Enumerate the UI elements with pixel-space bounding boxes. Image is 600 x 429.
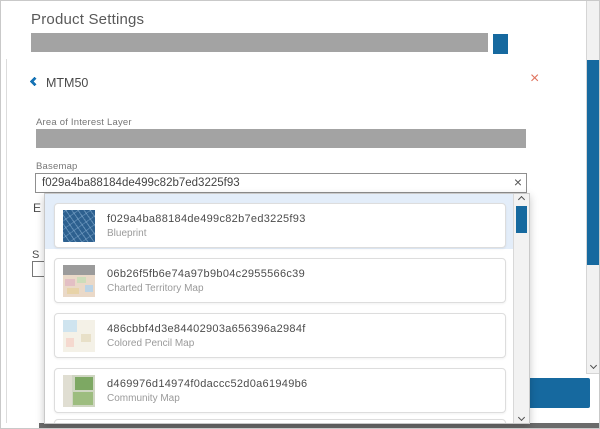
community-thumbnail — [63, 375, 95, 407]
list-item-colored-pencil[interactable]: 486cbbf4d3e84402903a656396a2984f Colored… — [54, 313, 506, 358]
panel-left-border — [6, 59, 7, 423]
charted-territory-thumbnail — [63, 265, 95, 297]
list-item-charted-territory[interactable]: 06b26f5fb6e74a97b9b04c2955566c39 Charted… — [54, 258, 506, 303]
blue-square[interactable] — [493, 34, 508, 54]
list-item-blueprint[interactable]: f029a4ba88184de499c82b7ed3225f93 Bluepri… — [54, 203, 506, 248]
basemap-label: Basemap — [36, 161, 78, 172]
scroll-down-icon[interactable] — [587, 359, 599, 371]
redacted-product-field[interactable] — [31, 33, 488, 52]
scroll-down-icon[interactable] — [514, 412, 529, 423]
list-item-community[interactable]: d469976d14974f0daccc52d0a61949b6 Communi… — [54, 368, 506, 413]
basemap-id: d469976d14974f0daccc52d0a61949b6 — [107, 378, 307, 390]
basemap-id: 486cbbf4d3e84402903a656396a2984f — [107, 323, 306, 335]
basemap-id: 06b26f5fb6e74a97b9b04c2955566c39 — [107, 268, 305, 280]
scroll-up-icon[interactable] — [514, 194, 529, 205]
page-title: Product Settings — [31, 11, 144, 28]
basemap-name: Blueprint — [107, 228, 306, 239]
aoi-label: Area of Interest Layer — [36, 117, 132, 128]
page-scrollbar-thumb[interactable] — [587, 60, 599, 265]
page-scrollbar[interactable] — [586, 1, 600, 374]
back-label: MTM50 — [46, 76, 88, 90]
dropdown-scrollbar-thumb[interactable] — [516, 206, 527, 233]
basemap-input[interactable] — [35, 173, 527, 193]
clear-input-icon[interactable]: × — [509, 173, 527, 193]
primary-action-button[interactable] — [524, 378, 590, 408]
basemap-name: Charted Territory Map — [107, 283, 305, 294]
basemap-name: Colored Pencil Map — [107, 338, 306, 349]
occluded-field-label-e: E — [33, 201, 41, 215]
basemap-dropdown: f029a4ba88184de499c82b7ed3225f93 Bluepri… — [44, 193, 530, 424]
product-settings-window: Product Settings MTM50 × Area of Interes… — [0, 0, 600, 429]
close-icon[interactable]: × — [530, 71, 539, 87]
blueprint-thumbnail — [63, 210, 95, 242]
colored-pencil-thumbnail — [63, 320, 95, 352]
dropdown-scrollbar[interactable] — [513, 194, 529, 423]
occluded-field-label-s: S — [32, 249, 39, 261]
list-item-partial[interactable] — [54, 419, 506, 424]
basemap-name: Community Map — [107, 393, 307, 404]
basemap-id: f029a4ba88184de499c82b7ed3225f93 — [107, 213, 306, 225]
chevron-left-icon — [30, 77, 40, 87]
aoi-redacted-input[interactable] — [36, 129, 526, 148]
